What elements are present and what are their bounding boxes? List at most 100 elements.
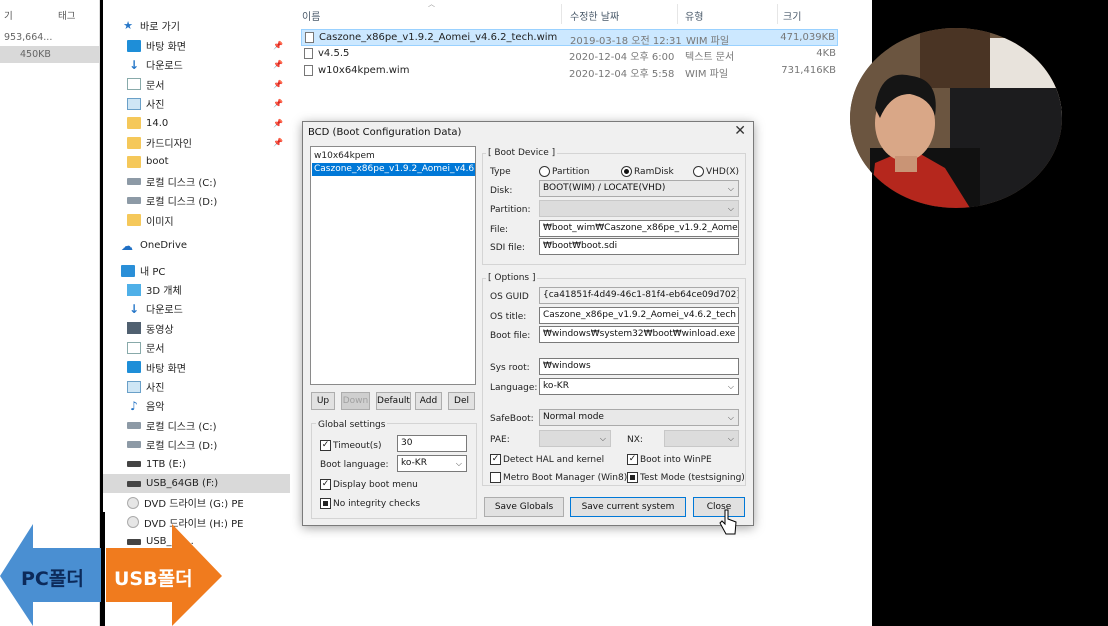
nav-item[interactable]: 바탕 화면 (103, 358, 290, 377)
pin-icon[interactable]: 📌 (273, 41, 283, 50)
test-mode-checkbox[interactable] (627, 472, 638, 483)
metro-boot-checkbox[interactable] (490, 472, 501, 483)
nav-item[interactable]: 로컬 디스크 (D:) (103, 435, 290, 454)
column-header-fragment[interactable]: 기 (4, 8, 13, 22)
desktop-icon (127, 39, 141, 52)
boot-winpe-checkbox[interactable]: ✓ (627, 454, 638, 465)
nav-item[interactable]: 카드디자인 📌 (103, 133, 290, 152)
pin-icon[interactable]: 📌 (273, 119, 283, 128)
select-value: ko-KR (401, 458, 427, 468)
presenter-video (850, 28, 1062, 208)
sdi-file-label: SDI file: (490, 243, 525, 253)
boot-language-select[interactable]: ko-KR ⌵ (397, 455, 467, 472)
nav-item[interactable]: 바탕 화면 📌 (103, 36, 290, 55)
up-button[interactable]: Up (311, 392, 335, 410)
pin-icon[interactable]: 📌 (273, 80, 283, 89)
file-date: 2020-12-04 오후 5:58 (569, 69, 675, 80)
nav-item[interactable]: 동영상 (103, 319, 290, 338)
nav-label: 14.0 (146, 117, 169, 129)
timeout-input[interactable]: 30 (397, 435, 467, 452)
boot-entry-list[interactable]: w10x64kpem Caszone_x86pe_v1.9.2_Aomei_v4… (310, 146, 476, 385)
column-divider[interactable] (677, 4, 678, 24)
chevron-down-icon: ⌵ (727, 184, 734, 193)
os-title-input[interactable]: Caszone_x86pe_v1.9.2_Aomei_v4.6.2_tech (539, 307, 739, 324)
nav-label: USB_64GB (F:) (146, 478, 219, 489)
nav-label: 동영상 (146, 324, 174, 336)
column-header-date[interactable]: 수정한 날짜 (570, 8, 619, 23)
boot-entry[interactable]: w10x64kpem (312, 150, 475, 163)
nav-item[interactable]: 1TB (E:) (103, 455, 290, 474)
nav-quick-access[interactable]: ★ 바로 가기 (121, 16, 308, 35)
nav-item[interactable]: 사진 (103, 377, 290, 396)
save-current-system-button[interactable]: Save current system (570, 497, 686, 517)
sdi-file-input[interactable]: ₩boot₩boot.sdi (539, 238, 739, 255)
pae-select[interactable]: ⌵ (539, 430, 611, 447)
language-select[interactable]: ko-KR ⌵ (539, 378, 739, 395)
timeout-checkbox[interactable]: ✓ (320, 440, 331, 451)
nav-item[interactable]: ♪ 음악 (103, 396, 290, 415)
nav-item[interactable]: 로컬 디스크 (C:) (103, 416, 290, 435)
file-input[interactable]: ₩boot_wim₩Caszone_x86pe_v1.9.2_Aomei_v4.… (539, 220, 739, 237)
nav-item[interactable]: 문서 📌 (103, 75, 290, 94)
pin-icon[interactable]: 📌 (273, 99, 283, 108)
safeboot-select[interactable]: Normal mode ⌵ (539, 409, 739, 426)
nav-item[interactable]: 이미지 (103, 211, 290, 230)
file-row[interactable]: Caszone_x86pe_v1.9.2_Aomei_v4.6.2_tech.w… (301, 29, 838, 47)
nav-item[interactable]: USB_64GB (F:) (103, 474, 290, 493)
disk-select[interactable]: BOOT(WIM) / LOCATE(VHD) ⌵ (539, 180, 739, 197)
nav-item[interactable]: 14.0 📌 (103, 114, 290, 133)
nav-this-pc[interactable]: 내 PC (121, 261, 308, 280)
vhd-radio[interactable] (693, 166, 704, 177)
file-row[interactable]: w10x64kpem.wim 2020-12-04 오후 5:58 WIM 파일 73… (301, 63, 838, 80)
sys-root-input[interactable]: ₩windows (539, 358, 739, 375)
ramdisk-radio[interactable] (621, 166, 632, 177)
file-row[interactable]: v4.5.5 2020-12-04 오후 6:00 텍스트 문서 4KB (301, 46, 838, 63)
pin-icon[interactable]: 📌 (273, 60, 283, 69)
nav-item[interactable]: DVD 드라이브 (G:) PE (103, 493, 290, 512)
nav-item[interactable]: ↓ 다운로드 📌 (103, 55, 290, 74)
display-boot-menu-checkbox[interactable]: ✓ (320, 479, 331, 490)
file-date: 2020-12-04 오후 6:00 (569, 52, 675, 63)
partition-radio[interactable] (539, 166, 550, 177)
detect-hal-label: Detect HAL and kernel (503, 455, 605, 465)
column-header-size[interactable]: 크기 (783, 8, 801, 23)
nx-select[interactable]: ⌵ (664, 430, 739, 447)
boot-file-input[interactable]: ₩windows₩system32₩boot₩winload.exe (539, 326, 739, 343)
del-button[interactable]: Del (448, 392, 475, 410)
column-header-name[interactable]: 이름 (302, 8, 320, 23)
nav-item[interactable]: 문서 (103, 338, 290, 357)
nav-item[interactable]: 사진 📌 (103, 94, 290, 113)
dialog-title: BCD (Boot Configuration Data) (308, 127, 462, 138)
default-button[interactable]: Default (376, 392, 411, 410)
nav-item[interactable]: 로컬 디스크 (D:) (103, 191, 290, 210)
download-icon: ↓ (128, 301, 140, 316)
nav-label: 사진 (146, 383, 165, 394)
partition-select[interactable]: ⌵ (539, 200, 739, 217)
type-label: Type (490, 167, 511, 177)
close-icon[interactable]: ✕ (734, 123, 746, 139)
ramdisk-radio-label: RamDisk (634, 167, 674, 177)
chevron-down-icon: ⌵ (727, 204, 734, 213)
column-divider[interactable] (561, 4, 562, 24)
pin-icon[interactable]: 📌 (273, 138, 283, 147)
nav-label: 바로 가기 (140, 22, 180, 33)
nav-label: 음악 (146, 402, 165, 414)
down-button[interactable]: Down (341, 392, 370, 410)
column-divider[interactable] (777, 4, 778, 24)
nav-item[interactable]: ↓ 다운로드 (103, 299, 290, 318)
nav-item[interactable]: 3D 개체 (103, 280, 290, 299)
nav-onedrive[interactable]: ☁ OneDrive (121, 236, 308, 255)
add-button[interactable]: Add (415, 392, 442, 410)
column-header-type[interactable]: 유형 (685, 8, 703, 23)
nav-item[interactable]: 로컬 디스크 (C:) (103, 172, 290, 191)
detect-hal-checkbox[interactable]: ✓ (490, 454, 501, 465)
boot-entry-selected[interactable]: Caszone_x86pe_v1.9.2_Aomei_v4.6.2_tech (312, 163, 475, 176)
usb-drive-icon (127, 461, 141, 468)
nav-label: 로컬 디스크 (C:) (146, 421, 217, 433)
nav-item[interactable]: boot (103, 152, 290, 171)
no-integrity-checks-checkbox[interactable] (320, 498, 331, 509)
bcd-dialog: BCD (Boot Configuration Data) ✕ w10x64kp… (302, 121, 754, 526)
nav-label: 다운로드 (146, 61, 183, 73)
save-globals-button[interactable]: Save Globals (484, 497, 564, 517)
column-header-tag[interactable]: 태그 (58, 8, 75, 22)
